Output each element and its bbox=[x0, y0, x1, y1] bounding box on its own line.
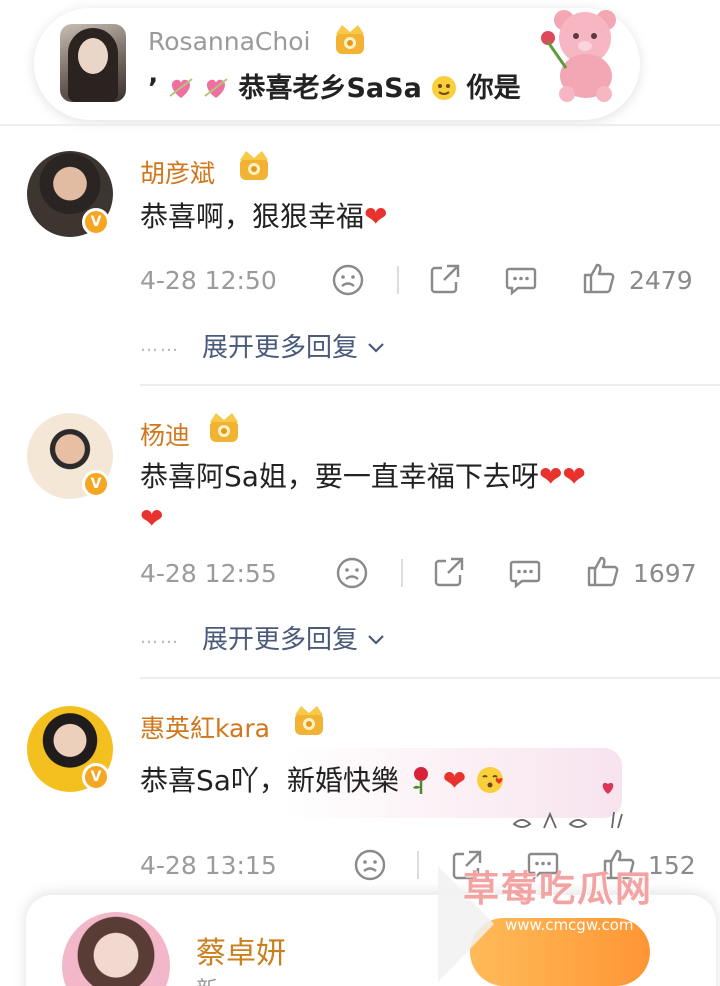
divider bbox=[0, 124, 720, 126]
smiley-emoji-icon bbox=[432, 76, 457, 100]
sad-face-icon[interactable] bbox=[335, 556, 369, 590]
rose-icon bbox=[412, 767, 428, 794]
divider bbox=[140, 677, 720, 679]
love-hands-sticker bbox=[512, 782, 623, 829]
kissing-face-icon bbox=[477, 767, 504, 793]
bubble-username[interactable]: RosannaChoi bbox=[148, 27, 310, 56]
verified-badge-icon: V bbox=[82, 208, 110, 236]
watermark-url: www.cmcgw.com bbox=[505, 916, 634, 934]
watermark-text: 草莓吃瓜网 bbox=[463, 869, 654, 910]
avatar[interactable] bbox=[60, 24, 126, 102]
comment-text: 恭喜阿Sa姐，要一直幸福下去呀❤❤ ❤ bbox=[140, 460, 586, 535]
crown-badge-icon bbox=[210, 413, 238, 442]
like-count: 2479 bbox=[629, 266, 693, 295]
chevron-down-icon bbox=[368, 343, 385, 353]
comment-username[interactable]: 惠英紅kara bbox=[140, 709, 270, 745]
heart-icon: ❤ bbox=[140, 502, 164, 535]
divider bbox=[417, 851, 419, 879]
like-count: 152 bbox=[648, 851, 696, 880]
comment-username[interactable]: 胡彦斌 bbox=[140, 154, 215, 190]
comment-timestamp: 4-28 13:15 bbox=[140, 851, 277, 880]
heart-icon: ❤❤ bbox=[538, 460, 586, 493]
divider bbox=[140, 384, 720, 386]
comment-text: 恭喜Sa吖，新婚快樂 ❤ bbox=[140, 760, 505, 802]
heart-icon: ❤ bbox=[442, 764, 467, 797]
card-username[interactable]: 蔡卓妍 bbox=[196, 928, 286, 972]
bubble-message: ’ 恭喜老乡SaSa 你是 bbox=[148, 73, 521, 104]
weibo-comments-page: RosannaChoi ’ 恭喜老乡SaSa 你是 V 胡彦斌 恭喜啊，狠狠幸福… bbox=[0, 0, 720, 986]
divider bbox=[401, 559, 403, 587]
comment-icon[interactable] bbox=[504, 263, 538, 297]
teddy-bear-sticker bbox=[541, 10, 616, 102]
thumbs-up-icon[interactable] bbox=[586, 554, 620, 588]
sad-face-icon[interactable] bbox=[331, 263, 365, 297]
chevron-down-icon bbox=[368, 635, 385, 645]
sad-face-icon[interactable] bbox=[353, 848, 387, 882]
comment-icon[interactable] bbox=[508, 556, 542, 590]
thumbs-up-icon[interactable] bbox=[582, 261, 616, 295]
heart-arrow-icon bbox=[169, 78, 193, 98]
heart-arrow-icon bbox=[204, 78, 228, 98]
verified-badge-icon: V bbox=[82, 763, 110, 791]
comment-username[interactable]: 杨迪 bbox=[140, 416, 190, 452]
expand-replies-link[interactable]: …… 展开更多回复 bbox=[140, 619, 386, 656]
comment-timestamp: 4-28 12:55 bbox=[140, 559, 277, 588]
share-icon[interactable] bbox=[432, 555, 466, 589]
crown-badge-icon bbox=[295, 706, 323, 735]
comment-timestamp: 4-28 12:50 bbox=[140, 266, 277, 295]
comment-text: 恭喜啊，狠狠幸福❤ bbox=[140, 200, 388, 233]
share-icon[interactable] bbox=[428, 262, 462, 296]
card-subtitle: 新... bbox=[196, 972, 239, 986]
crown-badge-icon bbox=[240, 151, 268, 180]
like-count: 1697 bbox=[633, 559, 697, 588]
expand-replies-link[interactable]: …… 展开更多回复 bbox=[140, 327, 386, 364]
divider bbox=[397, 266, 399, 294]
crown-badge-icon bbox=[336, 25, 364, 54]
verified-badge-icon: V bbox=[82, 470, 110, 498]
heart-icon: ❤ bbox=[364, 200, 388, 233]
